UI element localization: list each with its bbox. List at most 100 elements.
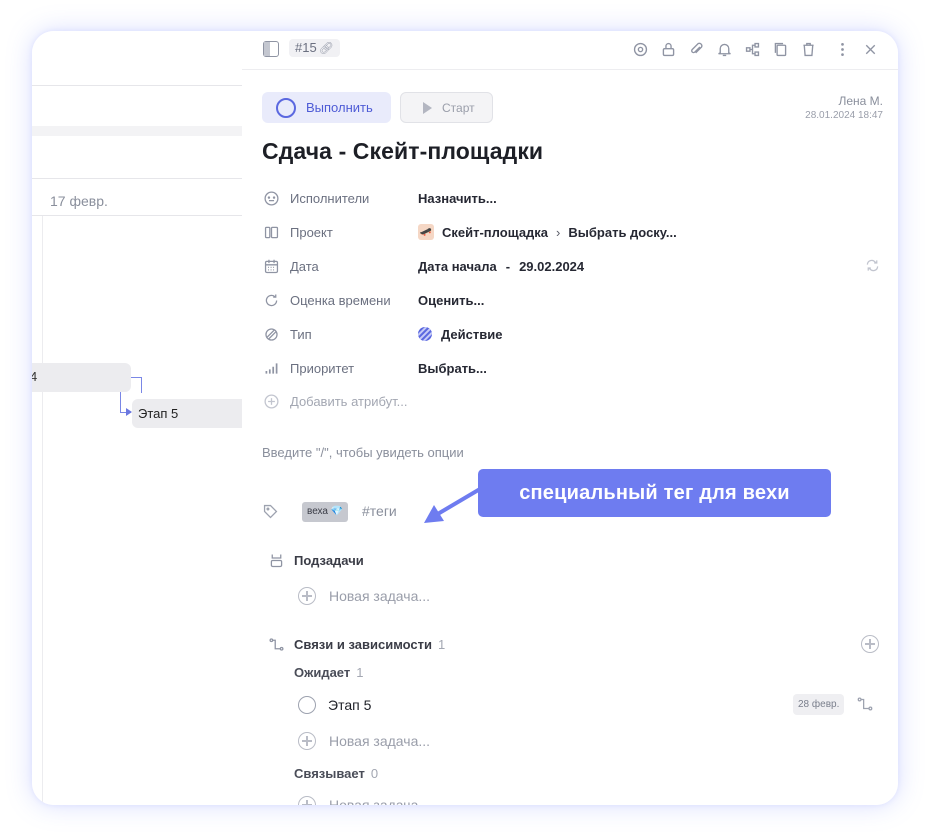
new-link-label: Новая задача... bbox=[329, 797, 431, 805]
type-name: Действие bbox=[441, 326, 503, 342]
new-dependency-button[interactable]: Новая задача... bbox=[298, 732, 430, 750]
gantt-date-label: 17 февр. bbox=[50, 193, 108, 209]
dependency-item-title: Этап 5 bbox=[328, 697, 372, 713]
paperclip-icon[interactable] bbox=[686, 39, 706, 59]
type-value[interactable]: Действие bbox=[418, 327, 502, 342]
link-icon: 🔗︎ bbox=[318, 41, 334, 55]
complete-label: Выполнить bbox=[306, 100, 373, 115]
board-icon bbox=[262, 223, 280, 241]
waits-label: Ожидает bbox=[294, 665, 351, 680]
lock-icon[interactable] bbox=[658, 39, 678, 59]
add-attribute-label: Добавить атрибут... bbox=[290, 393, 408, 409]
waits-count: 1 bbox=[356, 665, 364, 680]
panel-toggle-icon[interactable] bbox=[263, 41, 279, 57]
dependency-connector bbox=[131, 377, 142, 393]
attr-label: Приоритет bbox=[290, 360, 355, 376]
links-count: 0 bbox=[370, 766, 379, 781]
editor-hint[interactable]: Введите "/", чтобы увидеть опции bbox=[262, 445, 464, 460]
action-type-icon bbox=[418, 327, 432, 341]
task-id-badge[interactable]: #15 🔗︎ bbox=[289, 39, 340, 57]
new-subtask-button[interactable]: Новая задача... bbox=[298, 587, 430, 605]
milestone-tag[interactable]: веха 💎 bbox=[302, 502, 349, 522]
estimate-button[interactable]: Оценить... bbox=[418, 293, 484, 308]
copy-icon[interactable] bbox=[770, 39, 790, 59]
date-value[interactable]: Дата начала - 29.02.2024 bbox=[418, 259, 584, 274]
status-circle-icon[interactable] bbox=[298, 696, 316, 714]
links-title: Связывает 0 bbox=[294, 766, 378, 781]
bell-icon[interactable] bbox=[714, 39, 734, 59]
start-date[interactable]: Дата начала bbox=[418, 259, 497, 274]
close-icon[interactable] bbox=[860, 39, 880, 59]
new-subtask-label: Новая задача... bbox=[329, 588, 431, 604]
chevron-right-icon: › bbox=[556, 224, 561, 240]
author-info: Лена М. 28.01.2024 18:47 bbox=[805, 94, 883, 121]
assign-button[interactable]: Назначить... bbox=[418, 191, 497, 206]
toolbar-icons bbox=[622, 39, 880, 59]
attr-estimate: Оценка времени Оценить... bbox=[262, 289, 882, 311]
task-toolbar: #15 🔗︎ bbox=[242, 31, 898, 70]
new-dependency-label: Новая задача... bbox=[329, 733, 431, 749]
gantt-bar[interactable]: 4 bbox=[32, 363, 131, 392]
project-link[interactable]: Скейт-площадка bbox=[442, 225, 548, 240]
more-icon[interactable] bbox=[832, 39, 852, 59]
plus-circle-icon bbox=[298, 796, 316, 805]
hierarchy-icon[interactable] bbox=[742, 39, 762, 59]
new-link-button[interactable]: Новая задача... bbox=[298, 796, 430, 805]
project-value: 🛹 Скейт-площадка › Выбрать доску... bbox=[418, 224, 677, 240]
app-window: 17 февр. 4 Этап 5 #15 🔗︎ Выполнить Старт… bbox=[32, 31, 898, 805]
dependencies-count: 1 bbox=[438, 637, 446, 652]
dependencies-title-text: Связи и зависимости bbox=[294, 637, 432, 652]
gantt-divider bbox=[32, 178, 242, 179]
attr-label: Проект bbox=[290, 224, 333, 240]
priority-bars-icon bbox=[262, 359, 280, 377]
trash-icon[interactable] bbox=[798, 39, 818, 59]
subtasks-title: Подзадачи bbox=[294, 553, 364, 568]
author-name: Лена М. bbox=[838, 94, 883, 108]
task-id: #15 bbox=[295, 40, 317, 55]
repeat-icon[interactable] bbox=[864, 257, 882, 275]
attr-priority: Приоритет Выбрать... bbox=[262, 357, 882, 379]
add-dependency-icon[interactable] bbox=[861, 635, 879, 653]
start-label: Старт bbox=[442, 100, 475, 115]
due-date-badge: 28 февр. bbox=[793, 694, 845, 715]
created-timestamp: 28.01.2024 18:47 bbox=[805, 110, 883, 121]
play-icon bbox=[423, 101, 432, 114]
start-button[interactable]: Старт bbox=[400, 92, 493, 123]
dependency-item[interactable]: Этап 5 bbox=[298, 694, 878, 716]
gantt-gridline bbox=[42, 216, 43, 805]
plus-circle-icon bbox=[298, 587, 316, 605]
end-date[interactable]: 29.02.2024 bbox=[519, 259, 584, 274]
skateboard-icon: 🛹 bbox=[418, 224, 434, 240]
add-attribute-button[interactable]: Добавить атрибут... bbox=[262, 390, 882, 412]
attr-assignees: Исполнители Назначить... bbox=[262, 187, 882, 209]
board-select[interactable]: Выбрать доску... bbox=[568, 225, 676, 240]
dependency-icon bbox=[268, 636, 286, 654]
gantt-band bbox=[32, 126, 242, 136]
eye-icon[interactable] bbox=[630, 39, 650, 59]
complete-button[interactable]: Выполнить bbox=[262, 92, 391, 123]
plus-circle-icon bbox=[298, 732, 316, 750]
attr-date: Дата Дата начала - 29.02.2024 bbox=[262, 255, 882, 277]
tag-icon bbox=[262, 503, 280, 521]
gantt-bar-label: 4 bbox=[32, 369, 38, 384]
waits-title: Ожидает 1 bbox=[294, 665, 363, 680]
dependency-link-icon[interactable] bbox=[856, 695, 874, 713]
subtasks-icon bbox=[268, 552, 286, 570]
task-title[interactable]: Сдача - Скейт-площадки bbox=[262, 138, 543, 165]
calendar-icon bbox=[262, 257, 280, 275]
refresh-clock-icon bbox=[262, 291, 280, 309]
user-dots-icon bbox=[262, 189, 280, 207]
gantt-bar[interactable]: Этап 5 bbox=[132, 399, 242, 428]
tags-input[interactable]: #теги bbox=[362, 503, 397, 519]
attr-type: Тип Действие bbox=[262, 323, 882, 345]
attr-label: Исполнители bbox=[290, 190, 370, 206]
gantt-bar-label: Этап 5 bbox=[138, 406, 179, 421]
plus-circle-icon bbox=[262, 392, 280, 410]
attr-label: Дата bbox=[290, 258, 319, 274]
dependencies-title: Связи и зависимости 1 bbox=[294, 637, 445, 652]
type-icon bbox=[262, 325, 280, 343]
annotation-callout: специальный тег для вехи bbox=[478, 469, 831, 517]
task-panel: #15 🔗︎ Выполнить Старт Лена М. 28.01.202… bbox=[242, 31, 898, 805]
priority-select[interactable]: Выбрать... bbox=[418, 361, 487, 376]
circle-icon bbox=[276, 97, 296, 118]
